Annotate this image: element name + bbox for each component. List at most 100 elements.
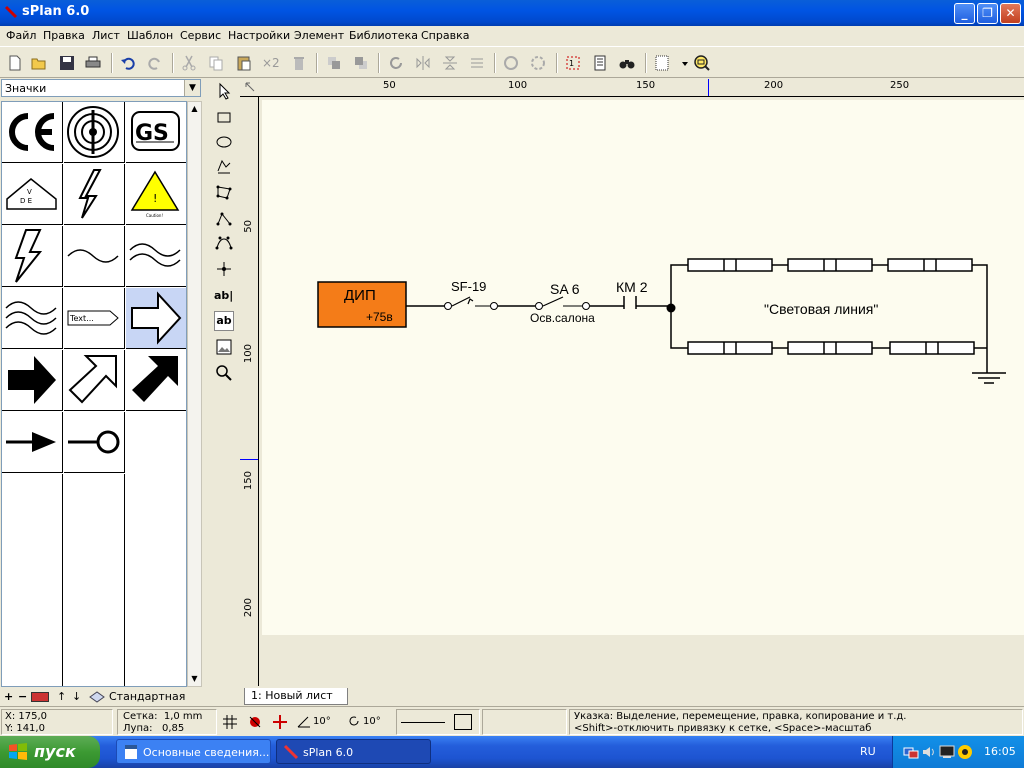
- library-cell-wave-2[interactable]: [126, 226, 186, 287]
- library-select[interactable]: Значки ▼: [1, 79, 201, 97]
- remove-library-icon[interactable]: −: [18, 690, 27, 703]
- polygon-tool-icon[interactable]: [214, 182, 234, 202]
- language-indicator[interactable]: RU: [860, 745, 876, 758]
- move-up-icon[interactable]: ↑: [57, 690, 66, 703]
- open-folder-icon[interactable]: [30, 54, 48, 72]
- gs-mark-icon: GS: [131, 111, 180, 151]
- move-down-icon[interactable]: ↓: [72, 690, 81, 703]
- library-cell-warning[interactable]: ! Caution!: [126, 164, 186, 225]
- library-scrollbar[interactable]: ▲ ▼: [187, 101, 202, 687]
- line-style-panel[interactable]: [396, 709, 480, 735]
- mirror-vertical-icon[interactable]: [441, 54, 459, 72]
- new-document-icon[interactable]: [6, 54, 24, 72]
- menu-library[interactable]: Библиотека: [349, 29, 418, 42]
- menu-edit[interactable]: Правка: [43, 29, 85, 42]
- rotate-angle-icon[interactable]: [347, 714, 361, 728]
- print-icon[interactable]: [84, 54, 102, 72]
- text-frame-tool-icon[interactable]: ab: [214, 311, 234, 331]
- paste-icon[interactable]: [235, 54, 253, 72]
- ungroup-icon[interactable]: [529, 54, 547, 72]
- scroll-down-icon[interactable]: ▼: [188, 672, 201, 686]
- library-cell-text-arrow[interactable]: Text...: [64, 288, 125, 349]
- library-cell-line-circle[interactable]: [64, 412, 125, 473]
- drawing-workspace[interactable]: ДИП +75в SF-19 SA 6 Осв.салона КМ 2 "Све…: [259, 97, 1024, 686]
- library-cell-line-arrow[interactable]: [2, 412, 63, 473]
- taskbar-item-splan[interactable]: sPlan 6.0: [276, 739, 431, 764]
- redo-icon[interactable]: [146, 54, 164, 72]
- network-icon[interactable]: [903, 744, 919, 760]
- library-cell-ce[interactable]: [2, 102, 63, 163]
- polyline-tool-icon[interactable]: [214, 157, 234, 177]
- angle-step-1[interactable]: 10°: [313, 716, 331, 728]
- delete-icon[interactable]: [290, 54, 308, 72]
- clock[interactable]: 16:05: [984, 745, 1016, 758]
- group-icon[interactable]: [502, 54, 520, 72]
- library-cell-wave-3[interactable]: [2, 288, 63, 349]
- library-cell-radiation[interactable]: [64, 102, 125, 163]
- menu-element[interactable]: Элемент: [294, 29, 344, 42]
- numbering-icon[interactable]: 1: [564, 54, 582, 72]
- library-cell-lightning-large[interactable]: [2, 226, 63, 287]
- schematic-canvas[interactable]: [262, 100, 1024, 635]
- library-cell-gs[interactable]: GS: [126, 102, 186, 163]
- snap-toggle-icon[interactable]: [247, 714, 263, 730]
- taskbar-item-document[interactable]: Основные сведения...: [116, 739, 271, 764]
- grid-dropdown-icon[interactable]: [676, 54, 688, 72]
- parts-list-icon[interactable]: [591, 54, 609, 72]
- drawing-sheet[interactable]: ДИП +75в SF-19 SA 6 Осв.салона КМ 2 "Све…: [262, 100, 1024, 635]
- zoom-fit-icon[interactable]: [692, 54, 710, 72]
- start-button[interactable]: пуск: [0, 736, 100, 768]
- library-cell-vde[interactable]: VD E: [2, 164, 63, 225]
- media-icon[interactable]: [957, 744, 973, 760]
- sheet-tab[interactable]: 1: Новый лист: [244, 688, 348, 705]
- menu-service[interactable]: Сервис: [180, 29, 221, 42]
- angle-icon[interactable]: [297, 714, 311, 728]
- save-icon[interactable]: [58, 54, 76, 72]
- scroll-up-icon[interactable]: ▲: [188, 102, 201, 116]
- pointer-tool-icon[interactable]: [214, 81, 234, 101]
- menu-file[interactable]: Файл: [6, 29, 36, 42]
- menu-template[interactable]: Шаблон: [127, 29, 173, 42]
- crosshair-toggle-icon[interactable]: [272, 714, 288, 730]
- library-cell-solid-diagonal[interactable]: [126, 350, 186, 411]
- menu-sheet[interactable]: Лист: [92, 29, 120, 42]
- text-tool-icon[interactable]: ab|: [214, 286, 234, 306]
- cut-icon[interactable]: [180, 54, 198, 72]
- add-library-icon[interactable]: +: [4, 690, 13, 703]
- angle-step-2[interactable]: 10°: [363, 716, 381, 728]
- align-icon[interactable]: [468, 54, 486, 72]
- chevron-down-icon[interactable]: ▼: [184, 80, 200, 96]
- display-icon[interactable]: [939, 744, 955, 760]
- library-name-label[interactable]: Стандартная: [109, 690, 185, 703]
- volume-icon[interactable]: [921, 744, 937, 760]
- bring-front-icon[interactable]: [325, 54, 343, 72]
- image-tool-icon[interactable]: [214, 337, 234, 357]
- send-back-icon[interactable]: [352, 54, 370, 72]
- library-book-icon[interactable]: [31, 692, 49, 702]
- library-cell-outline-diagonal[interactable]: [64, 350, 125, 411]
- maximize-button[interactable]: ❐: [977, 3, 998, 24]
- zoom-tool-icon[interactable]: [214, 363, 234, 383]
- bezier-tool-icon[interactable]: [214, 233, 234, 253]
- grid-toggle-icon[interactable]: [222, 714, 238, 730]
- library-cell-lightning[interactable]: [64, 164, 125, 225]
- library-cell-wave-1[interactable]: [64, 226, 125, 287]
- rectangle-tool-icon[interactable]: [214, 107, 234, 127]
- title-bar[interactable]: sPlan 6.0 _ ❐ ✕: [0, 0, 1024, 26]
- library-cell-solid-arrow[interactable]: [2, 350, 63, 411]
- line-tool-icon[interactable]: [214, 208, 234, 228]
- ellipse-tool-icon[interactable]: [214, 132, 234, 152]
- menu-settings[interactable]: Настройки: [228, 29, 290, 42]
- copy-icon[interactable]: [207, 54, 225, 72]
- grid-page-icon[interactable]: [653, 54, 671, 72]
- search-binoculars-icon[interactable]: [618, 54, 636, 72]
- close-button[interactable]: ✕: [1000, 3, 1021, 24]
- menu-help[interactable]: Справка: [421, 29, 469, 42]
- library-cell-outline-arrow[interactable]: [126, 288, 186, 349]
- minimize-button[interactable]: _: [954, 3, 975, 24]
- junction-tool-icon[interactable]: [214, 259, 234, 279]
- undo-icon[interactable]: [119, 54, 137, 72]
- duplicate-x2-button[interactable]: ×2: [262, 56, 284, 74]
- rotate-icon[interactable]: [387, 54, 405, 72]
- mirror-horizontal-icon[interactable]: [414, 54, 432, 72]
